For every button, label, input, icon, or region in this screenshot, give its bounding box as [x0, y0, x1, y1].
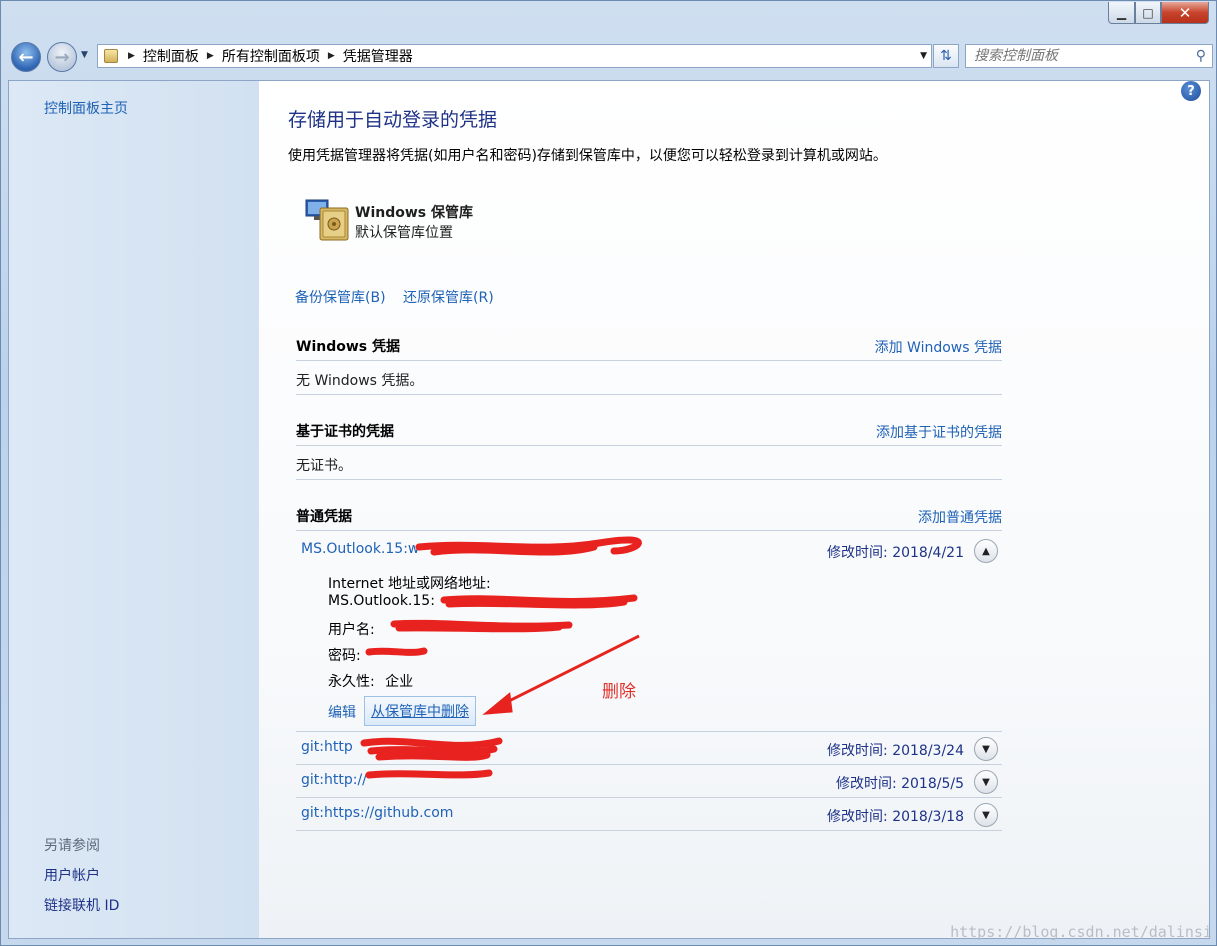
page-description: 使用凭据管理器将凭据(如用户名和密码)存储到保管库中，以便您可以轻松登录到计算机…	[288, 148, 887, 164]
windows-credentials-empty: 无 Windows 凭据。	[296, 362, 1002, 395]
breadcrumb-item-all-items[interactable]: 所有控制面板项	[222, 46, 320, 66]
control-panel-icon	[104, 49, 118, 63]
sidebar-item-link-online-id[interactable]: 链接联机 ID	[44, 895, 119, 915]
generic-credentials-header: 普通凭据 添加普通凭据	[296, 501, 1002, 531]
certificate-credentials-empty: 无证书。	[296, 447, 1002, 480]
chevron-down-icon[interactable]: ▼	[974, 737, 998, 761]
empty-message: 无证书。	[296, 458, 352, 474]
credential-name[interactable]: git:http	[301, 739, 353, 755]
sidebar-item-user-accounts[interactable]: 用户帐户	[44, 865, 100, 885]
sidebar: 控制面板主页 另请参阅 用户帐户 链接联机 ID	[9, 81, 259, 938]
address-label: Internet 地址或网络地址:	[328, 576, 491, 592]
credential-item-expanded: MS.Outlook.15:w 修改时间: 2018/4/21 ▲ Intern…	[296, 534, 1002, 732]
persistence-label: 永久性:	[328, 674, 375, 690]
search-box[interactable]: ⚲	[965, 44, 1213, 68]
chevron-up-icon[interactable]: ▲	[974, 539, 998, 563]
credential-item: git:https://github.com 修改时间: 2018/3/18 ▼	[296, 798, 1002, 831]
address-bar[interactable]: ▶ 控制面板 ▶ 所有控制面板项 ▶ 凭据管理器 ▼	[97, 44, 932, 68]
breadcrumb: ▶ 控制面板 ▶ 所有控制面板项 ▶ 凭据管理器	[124, 46, 413, 66]
annotation-delete-label: 删除	[602, 682, 636, 702]
vault-name: Windows 保管库	[355, 205, 473, 221]
modified-time: 修改时间: 2018/5/5	[835, 776, 964, 792]
restore-vault-link[interactable]: 还原保管库(R)	[403, 287, 494, 307]
minimize-button[interactable]: ▁	[1108, 2, 1135, 24]
section-heading: 基于证书的凭据	[296, 424, 394, 440]
vault-subtitle: 默认保管库位置	[355, 225, 453, 241]
add-certificate-credential-link[interactable]: 添加基于证书的凭据	[876, 422, 1002, 442]
certificate-credentials-header: 基于证书的凭据 添加基于证书的凭据	[296, 416, 1002, 446]
breadcrumb-item-control-panel[interactable]: 控制面板	[143, 46, 199, 66]
breadcrumb-separator-icon[interactable]: ▶	[328, 51, 335, 61]
see-also-heading: 另请参阅	[44, 838, 100, 854]
watermark: https://blog.csdn.net/dalinsi	[950, 923, 1212, 941]
refresh-icon[interactable]: ⇅	[933, 44, 959, 68]
breadcrumb-separator-icon[interactable]: ▶	[128, 51, 135, 61]
breadcrumb-item-credential-manager[interactable]: 凭据管理器	[343, 46, 413, 66]
vault-icon	[305, 199, 349, 241]
address-dropdown-icon[interactable]: ▼	[920, 51, 927, 61]
windows-credentials-header: Windows 凭据 添加 Windows 凭据	[296, 331, 1002, 361]
delete-from-vault-button[interactable]: 从保管库中删除	[364, 696, 476, 726]
credential-name[interactable]: MS.Outlook.15:w	[301, 541, 419, 557]
search-icon[interactable]: ⚲	[1196, 48, 1206, 64]
navigation-bar: ← → ▼ ▶ 控制面板 ▶ 所有控制面板项 ▶ 凭据管理器 ▼ ⇅ ⚲	[9, 39, 1213, 73]
breadcrumb-separator-icon[interactable]: ▶	[207, 51, 214, 61]
username-label: 用户名:	[328, 622, 375, 638]
window-controls: ▁ □ ✕	[1108, 2, 1209, 24]
back-button[interactable]: ←	[11, 42, 41, 72]
modified-time: 修改时间: 2018/3/24	[827, 743, 964, 759]
help-icon[interactable]: ?	[1181, 81, 1201, 101]
page-title: 存储用于自动登录的凭据	[288, 109, 498, 131]
persistence-value: 企业	[385, 674, 414, 690]
chevron-down-icon[interactable]: ▼	[974, 770, 998, 794]
maximize-button[interactable]: □	[1135, 2, 1161, 24]
edit-link[interactable]: 编辑	[328, 702, 356, 722]
persistence-row: 永久性: 企业	[328, 671, 413, 691]
section-heading: 普通凭据	[296, 509, 352, 525]
empty-message: 无 Windows 凭据。	[296, 373, 424, 389]
chevron-down-icon[interactable]: ▼	[974, 803, 998, 827]
password-label: 密码:	[328, 648, 361, 664]
credential-name[interactable]: git:http://	[301, 772, 367, 788]
history-dropdown-icon[interactable]: ▼	[81, 50, 88, 60]
credential-name[interactable]: git:https://github.com	[301, 805, 453, 821]
add-windows-credential-link[interactable]: 添加 Windows 凭据	[875, 337, 1002, 357]
content-area: 控制面板主页 另请参阅 用户帐户 链接联机 ID ? 存储用于自动登录的凭据 使…	[8, 80, 1210, 939]
section-heading: Windows 凭据	[296, 339, 400, 355]
address-value: MS.Outlook.15:	[328, 593, 435, 609]
modified-time: 修改时间: 2018/4/21	[827, 545, 964, 561]
backup-vault-link[interactable]: 备份保管库(B)	[295, 287, 386, 307]
sidebar-item-home[interactable]: 控制面板主页	[44, 98, 128, 118]
modified-time: 修改时间: 2018/3/18	[827, 809, 964, 825]
forward-button[interactable]: →	[47, 42, 77, 72]
search-input[interactable]	[966, 48, 1176, 64]
credential-item: git:http:// 修改时间: 2018/5/5 ▼	[296, 765, 1002, 798]
main-panel: ? 存储用于自动登录的凭据 使用凭据管理器将凭据(如用户名和密码)存储到保管库中…	[259, 81, 1209, 938]
add-generic-credential-link[interactable]: 添加普通凭据	[918, 507, 1002, 527]
close-button[interactable]: ✕	[1161, 2, 1209, 24]
credential-item: git:http 修改时间: 2018/3/24 ▼	[296, 732, 1002, 765]
window-frame: ▁ □ ✕ ← → ▼ ▶ 控制面板 ▶ 所有控制面板项 ▶ 凭据管理器 ▼ ⇅…	[0, 0, 1217, 946]
